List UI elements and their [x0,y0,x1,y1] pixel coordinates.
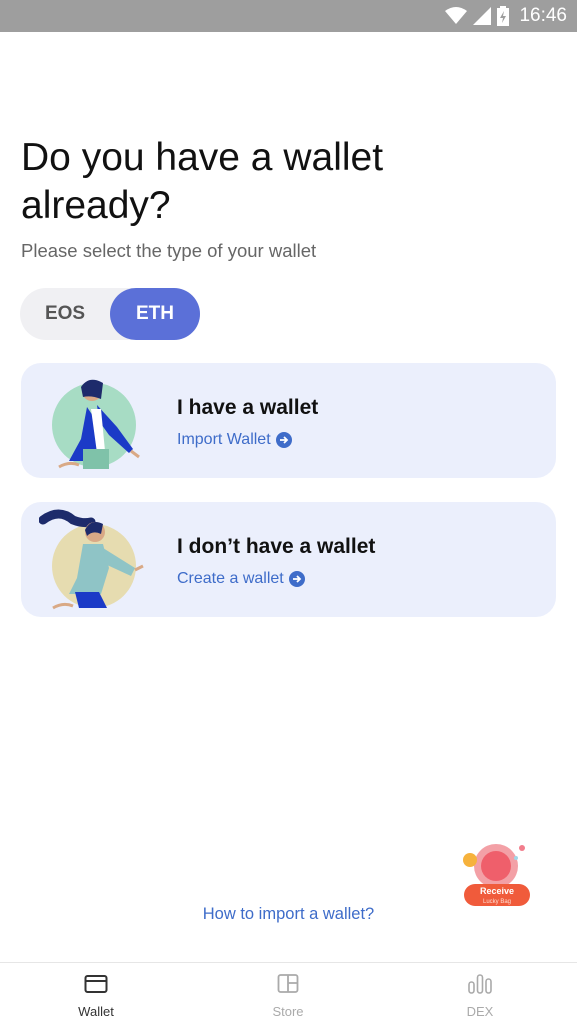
status-time: 16:46 [519,5,567,26]
wallet-icon [84,975,108,993]
import-wallet-title: I have a wallet [177,396,319,419]
import-wallet-link-label: Import Wallet [177,431,271,448]
lucky-bag-promo-button[interactable]: Receive Lucky Bag [452,838,534,912]
nav-label-dex: DEX [466,1004,494,1019]
import-wallet-card[interactable]: I have a wallet Import Wallet [21,363,556,478]
page-title: Do you have a wallet already? [21,136,384,227]
arrow-right-circle-icon [288,571,305,587]
import-wallet-link[interactable]: Import Wallet [177,431,292,449]
nav-label-wallet: Wallet [78,1004,114,1019]
wallet-type-eos-option[interactable]: EOS [20,288,110,340]
nav-item-dex[interactable]: DEX [384,963,576,1026]
bottom-nav: Wallet Store DEX [0,962,577,1026]
dex-chart-icon [468,974,492,994]
lucky-bag-icon: Receive Lucky Bag [463,844,530,906]
wallet-type-switch: EOS ETH [20,288,200,340]
status-bar: 16:46 [0,0,577,32]
signal-icon [473,7,492,25]
battery-charging-icon [497,6,510,26]
create-wallet-link[interactable]: Create a wallet [177,570,305,588]
wallet-type-eth-option[interactable]: ETH [110,288,200,340]
nav-item-wallet[interactable]: Wallet [0,963,192,1026]
create-wallet-card[interactable]: I don’t have a wallet Create a wallet [21,502,556,617]
nav-item-store[interactable]: Store [192,963,384,1026]
how-to-import-link[interactable]: How to import a wallet? [0,905,577,924]
lucky-bag-label: Receive [480,886,514,896]
person-with-wallet-illustration [52,379,140,469]
create-wallet-title: I don’t have a wallet [177,535,376,558]
store-icon [277,974,299,993]
page-subtitle: Please select the type of your wallet [21,240,317,261]
create-wallet-link-label: Create a wallet [177,570,284,587]
arrow-right-circle-icon [275,432,292,448]
status-icons: 16:46 [445,0,567,32]
nav-label-store: Store [272,1004,304,1019]
wifi-icon [445,7,468,24]
person-without-wallet-illustration [39,509,144,610]
